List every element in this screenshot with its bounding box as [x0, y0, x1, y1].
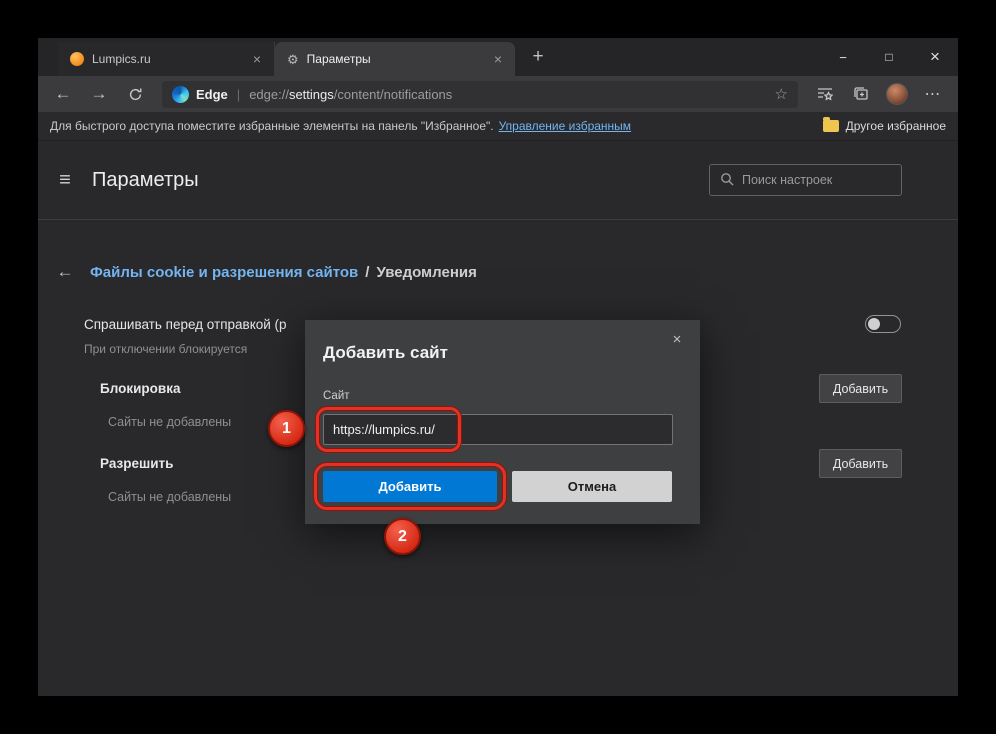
url-path: /content/notifications	[333, 86, 453, 102]
allow-add-button[interactable]: Добавить	[819, 449, 902, 478]
close-window-button[interactable]: ×	[912, 38, 958, 76]
tab-close-icon[interactable]: ×	[489, 50, 507, 68]
favorites-bar: Для быстрого доступа поместите избранные…	[38, 112, 958, 141]
browser-menu-icon[interactable]: ⋯	[918, 80, 948, 108]
block-add-button[interactable]: Добавить	[819, 374, 902, 403]
search-icon	[720, 172, 734, 189]
breadcrumb-separator: /	[365, 263, 370, 281]
hamburger-menu-icon[interactable]: ≡	[52, 169, 78, 192]
favorites-notice-text: Для быстрого доступа поместите избранные…	[50, 119, 494, 133]
page-title: Параметры	[92, 168, 199, 191]
edge-label: Edge	[196, 86, 228, 102]
screenshot-frame: Lumpics.ru × ⚙ Параметры × + − □ × ← → E…	[0, 0, 996, 734]
toggle-knob	[868, 318, 880, 330]
url-text: edge://settings/content/notifications	[249, 87, 452, 102]
breadcrumb-text: Файлы cookie и разрешения сайтов / Уведомл…	[90, 264, 477, 281]
favorites-icon[interactable]	[810, 80, 840, 108]
tab-strip: Lumpics.ru × ⚙ Параметры × + − □ ×	[38, 38, 958, 76]
annotation-highlight-input	[316, 407, 461, 452]
dialog-cancel-button[interactable]: Отмена	[512, 471, 672, 502]
dialog-title: Добавить сайт	[323, 343, 448, 362]
breadcrumb: ← Файлы cookie и разрешения сайтов / Уведо…	[38, 262, 958, 282]
other-favorites-label: Другое избранное	[845, 119, 946, 133]
edge-logo-icon	[172, 85, 189, 103]
ask-before-sending-label: Спрашивать перед отправкой (р	[84, 316, 287, 332]
forward-icon[interactable]: →	[84, 80, 114, 108]
profile-avatar[interactable]	[882, 80, 912, 108]
breadcrumb-current-page: Уведомления	[376, 263, 477, 281]
tab-label: Lumpics.ru	[92, 52, 151, 66]
url-host: settings	[288, 86, 334, 102]
maximize-button[interactable]: □	[866, 38, 912, 76]
tab-settings[interactable]: ⚙ Параметры ×	[275, 42, 515, 76]
address-bar[interactable]: Edge | edge://settings/content/notificat…	[162, 80, 798, 108]
breadcrumb-section-link[interactable]: Файлы cookie и разрешения сайтов	[90, 264, 358, 281]
url-divider: |	[236, 86, 241, 102]
add-favorite-star-icon[interactable]: ☆	[775, 85, 788, 103]
breadcrumb-back-icon[interactable]: ←	[52, 262, 78, 282]
settings-search-input[interactable]	[742, 173, 891, 187]
browser-toolbar: ← → Edge | edge://settings/content/notif…	[38, 76, 958, 112]
folder-icon	[822, 117, 839, 132]
header-divider	[38, 219, 958, 220]
settings-header: ≡ Параметры	[38, 141, 958, 219]
new-tab-button[interactable]: +	[525, 44, 551, 70]
annotation-highlight-add-button	[314, 463, 506, 510]
collections-icon[interactable]	[846, 80, 876, 108]
tab-label: Параметры	[306, 52, 371, 66]
dialog-close-icon[interactable]: ×	[667, 329, 687, 349]
url-scheme: edge://	[249, 86, 289, 102]
minimize-button[interactable]: −	[820, 38, 866, 76]
window-controls: − □ ×	[820, 38, 958, 76]
reload-icon[interactable]	[120, 80, 150, 108]
lumpics-favicon-icon	[70, 52, 84, 66]
site-field-label: Сайт	[323, 390, 350, 402]
settings-search-box[interactable]	[709, 164, 902, 196]
gear-icon: ⚙	[287, 51, 299, 67]
allow-section-heading: Разрешить	[100, 456, 174, 471]
tab-lumpics[interactable]: Lumpics.ru ×	[58, 42, 275, 76]
other-favorites[interactable]: Другое избранное	[822, 117, 946, 133]
tab-close-icon[interactable]: ×	[248, 50, 266, 68]
avatar-image	[886, 83, 908, 105]
block-section-heading: Блокировка	[100, 381, 181, 396]
manage-favorites-link[interactable]: Управление избранным	[499, 119, 631, 133]
back-icon[interactable]: ←	[48, 80, 78, 108]
annotation-step-1-badge: 1	[268, 410, 305, 447]
ask-before-sending-toggle[interactable]	[865, 315, 901, 333]
annotation-step-2-badge: 2	[384, 518, 421, 555]
